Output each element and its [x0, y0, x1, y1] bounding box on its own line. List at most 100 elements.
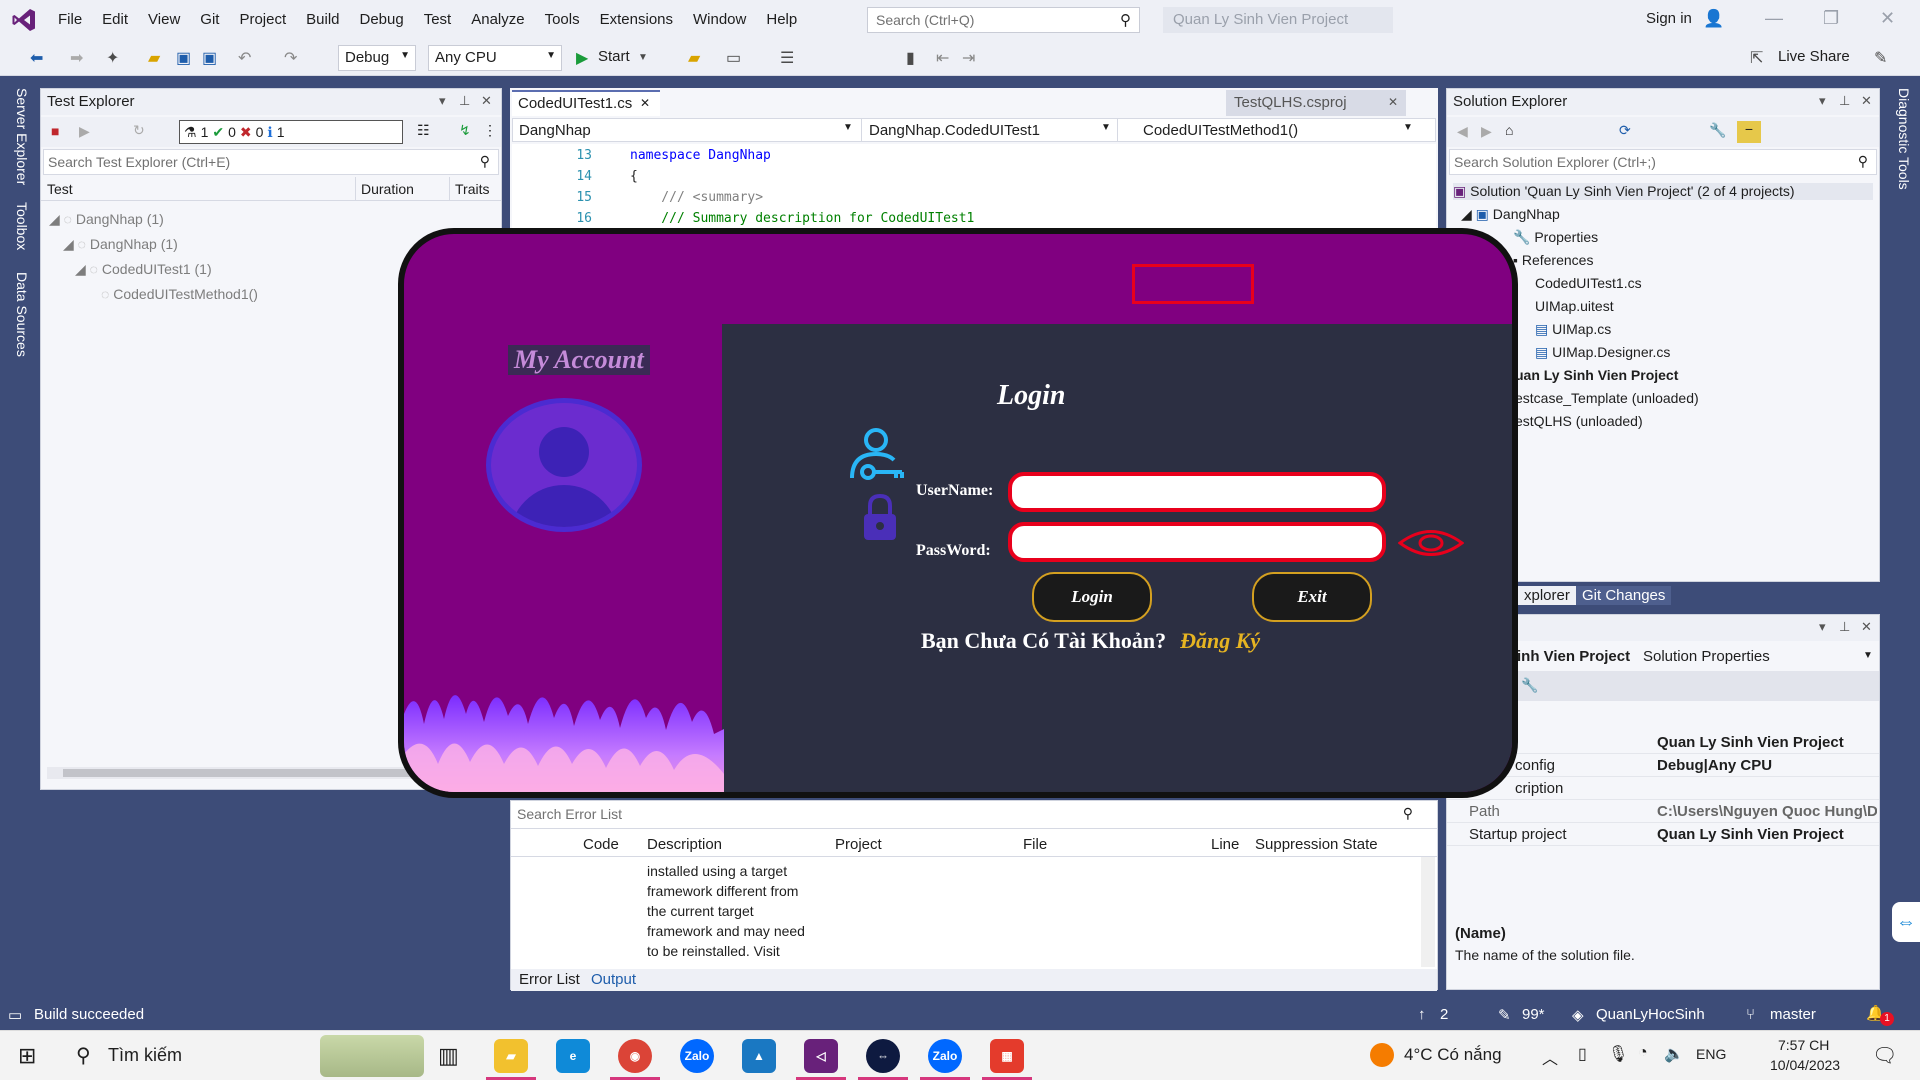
diagnostic-tools-tab[interactable]: Diagnostic Tools	[1896, 88, 1912, 190]
teamviewer-icon[interactable]: ⇔	[1892, 902, 1920, 942]
expand-arrow-icon[interactable]: ◢	[49, 211, 60, 227]
zalo-icon[interactable]: Zalo	[680, 1039, 714, 1073]
close-icon[interactable]: ✕	[481, 93, 492, 109]
bookmark-icon[interactable]: ▮	[906, 48, 915, 68]
home-icon[interactable]: ⌂	[1505, 122, 1513, 138]
redo-icon[interactable]: ↷	[284, 48, 297, 68]
data-sources-tab[interactable]: Data Sources	[14, 272, 30, 357]
col-test[interactable]: Test	[47, 181, 73, 197]
pencil-icon[interactable]: ✎	[1498, 1006, 1511, 1024]
file-explorer-icon[interactable]: ▰	[494, 1039, 528, 1073]
chevron-down-icon[interactable]: ▼	[638, 52, 648, 63]
expand-arrow-icon[interactable]: ◢	[63, 236, 74, 252]
menu-help[interactable]: Help	[756, 0, 807, 40]
search-icon[interactable]: ⚲	[76, 1043, 91, 1068]
expand-arrow-icon[interactable]: ◢	[75, 261, 86, 277]
start-icon[interactable]: ▶	[576, 48, 588, 68]
show-password-eye-icon[interactable]	[1398, 528, 1464, 558]
collapse-icon[interactable]: −	[1737, 121, 1761, 143]
menu-extensions[interactable]: Extensions	[590, 0, 683, 40]
menu-analyze[interactable]: Analyze	[461, 0, 534, 40]
property-row[interactable]: Path C:\Users\Nguyen Quoc Hung\D	[1447, 800, 1879, 823]
start-button[interactable]: Start	[598, 48, 630, 65]
arrow-up-icon[interactable]: ↑	[1418, 1006, 1426, 1023]
scrollbar-thumb[interactable]	[63, 769, 443, 777]
forward-icon[interactable]: ➡	[70, 48, 83, 68]
playlist-icon[interactable]: ☷	[417, 122, 430, 139]
task-view-icon[interactable]: ▥	[438, 1043, 459, 1069]
taskbar-search[interactable]: Tìm kiếm	[108, 1045, 182, 1066]
tree-item[interactable]: estQLHS (unloaded)	[1515, 413, 1643, 429]
tab-error-list[interactable]: Error List	[519, 971, 580, 988]
undo-icon[interactable]: ↶	[238, 48, 251, 68]
back-icon[interactable]: ◀	[1457, 123, 1468, 140]
close-window-icon[interactable]: ✕	[1880, 8, 1895, 29]
output-icon[interactable]: ▭	[8, 1006, 22, 1024]
live-share-icon[interactable]: ⇱	[1750, 48, 1763, 68]
repo-icon[interactable]: ◈	[1572, 1006, 1584, 1024]
tree-item[interactable]: ◢ ◌ CodedUITest1 (1)	[75, 261, 212, 278]
code-editor[interactable]: 13 namespace DangNhap 14 { 15 /// <summa…	[512, 144, 1436, 228]
close-icon[interactable]: ✕	[1388, 95, 1398, 109]
platform-select[interactable]: Any CPU ▼	[428, 45, 562, 71]
info-icon[interactable]: ℹ	[267, 124, 272, 141]
photos-icon[interactable]: ▲	[742, 1039, 776, 1073]
add-user-icon[interactable]: 👤	[1703, 9, 1724, 29]
chevron-down-icon[interactable]: ▼	[843, 122, 853, 133]
config-select[interactable]: Debug ▼	[338, 45, 416, 71]
solution-search-input[interactable]: Search Solution Explorer (Ctrl+;) ⚲	[1449, 149, 1877, 175]
branch-icon[interactable]: ⑂	[1746, 1006, 1755, 1023]
nav-method[interactable]: CodedUITestMethod1()	[1143, 122, 1298, 139]
tree-item[interactable]: ◢ ◌ DangNhap (1)	[49, 211, 164, 228]
back-icon[interactable]: ⬅	[30, 48, 43, 68]
minimize-icon[interactable]: —	[1765, 8, 1783, 29]
pin-icon[interactable]: ⊥	[1839, 619, 1850, 635]
error-description-cell[interactable]: installed using a target framework diffe…	[647, 861, 827, 961]
error-search-input[interactable]: Search Error List ⚲	[511, 801, 1437, 829]
changes-count[interactable]: 99*	[1522, 1006, 1545, 1023]
windows-start-icon[interactable]: ⊞	[18, 1043, 36, 1069]
save-all-icon[interactable]: ▣	[202, 48, 217, 68]
password-input[interactable]	[1008, 522, 1386, 562]
tab-output[interactable]: Output	[591, 971, 636, 988]
menu-git[interactable]: Git	[190, 0, 229, 40]
tree-item[interactable]: 🔧 Properties	[1513, 229, 1598, 246]
chevron-down-icon[interactable]: ▼	[1101, 122, 1111, 133]
weather-text[interactable]: 4°C Có nắng	[1404, 1045, 1502, 1065]
save-icon[interactable]: ▣	[176, 48, 191, 68]
close-icon[interactable]: ✕	[640, 96, 650, 110]
tree-item[interactable]: CodedUITest1.cs	[1535, 275, 1642, 291]
live-share-button[interactable]: Live Share	[1778, 48, 1850, 65]
tab-git-changes[interactable]: Git Changes	[1576, 586, 1672, 605]
open-folder-icon[interactable]: ▰	[148, 48, 160, 68]
passed-icon[interactable]: ✔	[212, 124, 224, 141]
chevron-down-icon[interactable]: ▾	[1819, 619, 1826, 635]
chrome-icon[interactable]: ◉	[618, 1039, 652, 1073]
menu-build[interactable]: Build	[296, 0, 349, 40]
bookmark-next-icon[interactable]: ⇥	[962, 48, 975, 68]
register-link[interactable]: Đăng Ký	[1180, 628, 1260, 653]
pin-icon[interactable]: ⊥	[459, 93, 470, 109]
vertical-scrollbar[interactable]	[1421, 857, 1435, 967]
clock-time[interactable]: 7:57 CH	[1778, 1037, 1829, 1053]
pin-icon[interactable]: ⊥	[1839, 93, 1850, 109]
new-project-icon[interactable]: ✦	[106, 48, 119, 68]
tree-item[interactable]: ◌ CodedUITestMethod1()	[101, 286, 258, 302]
microphone-icon[interactable]: 🎙	[1608, 1044, 1628, 1064]
visual-studio-logo-icon[interactable]	[0, 0, 48, 40]
clock-date[interactable]: 10/04/2023	[1770, 1057, 1840, 1073]
forward-icon[interactable]: ▶	[1481, 123, 1492, 140]
menu-window[interactable]: Window	[683, 0, 756, 40]
server-explorer-tab[interactable]: Server Explorer	[14, 88, 30, 185]
menu-edit[interactable]: Edit	[92, 0, 138, 40]
restore-icon[interactable]: ❐	[1823, 8, 1839, 29]
close-icon[interactable]: ✕	[1861, 93, 1872, 109]
notification-center-icon[interactable]: 🗨	[1872, 1043, 1897, 1068]
tree-item[interactable]: ▪ References	[1513, 252, 1593, 268]
tab-testqlhs[interactable]: TestQLHS.csproj ✕	[1226, 90, 1406, 116]
chevron-down-icon[interactable]: ▼	[1403, 122, 1413, 133]
visual-studio-taskbar-icon[interactable]: ◁	[804, 1039, 838, 1073]
col-duration[interactable]: Duration	[361, 181, 414, 197]
edge-icon[interactable]: e	[556, 1039, 590, 1073]
tree-item[interactable]: ▤ UIMap.cs	[1535, 321, 1611, 338]
